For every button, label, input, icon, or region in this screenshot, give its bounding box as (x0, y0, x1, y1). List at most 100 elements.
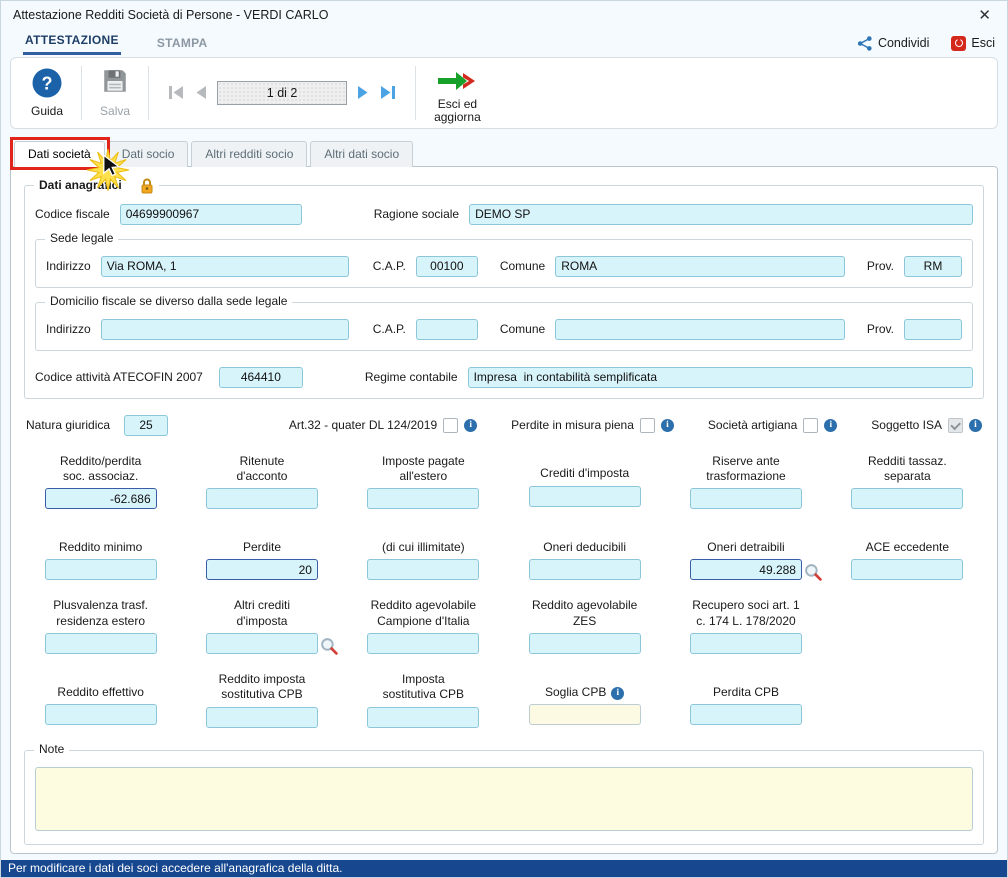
natura-giuridica-label: Natura giuridica (26, 418, 110, 432)
imposte-estero-input[interactable] (367, 488, 479, 509)
sede-indirizzo-input[interactable] (101, 256, 349, 277)
record-navigator: 1 di 2 (155, 64, 409, 122)
record-indicator: 1 di 2 (217, 81, 347, 105)
field-altri-crediti-imposta: Altri crediti d'imposta (187, 598, 336, 654)
altri-crediti-input[interactable] (206, 633, 318, 654)
perdite-piena-checkbox[interactable] (640, 418, 655, 433)
ritenute-acconto-input[interactable] (206, 488, 318, 509)
field-imposta-sostitutiva-cpb: Imposta sostitutiva CPB (349, 672, 498, 728)
field-label: Reddito imposta sostitutiva CPB (219, 672, 306, 703)
field-label: Recupero soci art. 1 c. 174 L. 178/2020 (692, 598, 799, 629)
plusvalenza-input[interactable] (45, 633, 157, 654)
ateco-input[interactable] (219, 367, 303, 388)
note-group: Note (24, 750, 984, 845)
lock-icon (140, 177, 154, 194)
zes-input[interactable] (529, 633, 641, 654)
campione-italia-input[interactable] (367, 633, 479, 654)
sede-legale-group: Sede legale Indirizzo C.A.P. Comune Prov… (35, 239, 973, 288)
info-icon[interactable] (611, 687, 624, 700)
domicilio-indirizzo-input[interactable] (101, 319, 349, 340)
domicilio-comune-input[interactable] (555, 319, 845, 340)
info-icon[interactable] (464, 419, 477, 432)
tab-stampa[interactable]: STAMPA (155, 32, 210, 55)
subtab-dati-socio[interactable]: Dati socio (108, 141, 189, 167)
field-oneri-detraibili: Oneri detraibili (671, 527, 820, 580)
close-icon[interactable]: ✕ (974, 8, 995, 23)
previous-record-icon[interactable] (194, 85, 208, 100)
codice-fiscale-input[interactable] (120, 204, 302, 225)
exit-and-update-icon (436, 67, 478, 95)
flags-row: Natura giuridica Art.32 - quater DL 124/… (26, 415, 982, 436)
sede-cap-input[interactable] (416, 256, 478, 277)
natura-giuridica-input[interactable] (124, 415, 168, 436)
riserve-ante-input[interactable] (690, 488, 802, 509)
subtab-altri-dati-socio[interactable]: Altri dati socio (310, 141, 413, 167)
subtab-dati-societa[interactable]: Dati società (14, 141, 105, 167)
fiscal-code-row: Codice fiscale Ragione sociale (35, 204, 973, 225)
redditi-tassaz-input[interactable] (851, 488, 963, 509)
field-label: Riserve ante trasformazione (706, 454, 785, 485)
oneri-detraibili-input[interactable] (690, 559, 802, 580)
ragione-sociale-input[interactable] (469, 204, 973, 225)
ribbon-tab-bar: ATTESTAZIONE STAMPA Condividi Esci (1, 28, 1007, 55)
esci-aggiorna-label: Esci ed aggiorna (434, 98, 481, 126)
domicilio-prov-input[interactable] (904, 319, 962, 340)
field-label: Oneri detraibili (707, 527, 784, 555)
field-ace-eccedente: ACE eccedente (833, 527, 982, 580)
salva-label: Salva (100, 105, 130, 119)
note-textarea[interactable] (35, 767, 973, 831)
activity-row: Codice attività ATECOFIN 2007 Regime con… (35, 367, 973, 388)
sede-prov-input[interactable] (904, 256, 962, 277)
field-reddito-imposta-sostitutiva-cpb: Reddito imposta sostitutiva CPB (187, 672, 336, 728)
isa-checkbox[interactable] (948, 418, 963, 433)
condividi-button[interactable]: Condividi (857, 36, 929, 51)
reddito-effettivo-input[interactable] (45, 704, 157, 725)
esci-ed-aggiorna-button[interactable]: Esci ed aggiorna (422, 64, 493, 122)
note-legend: Note (39, 742, 64, 756)
flag-soggetto-isa: Soggetto ISA (871, 418, 982, 433)
field-soglia-cpb: Soglia CPB (510, 672, 659, 728)
reddito-minimo-input[interactable] (45, 559, 157, 580)
artigiana-checkbox[interactable] (803, 418, 818, 433)
app-window: Attestazione Redditi Società di Persone … (0, 0, 1008, 878)
last-record-icon[interactable] (379, 85, 397, 100)
soglia-cpb-input[interactable] (529, 704, 641, 725)
esci-button[interactable]: Esci (951, 36, 995, 51)
perdita-cpb-input[interactable] (690, 704, 802, 725)
field-reddito-agevolabile-zes: Reddito agevolabile ZES (510, 598, 659, 654)
next-record-icon[interactable] (356, 85, 370, 100)
oneri-deducibili-input[interactable] (529, 559, 641, 580)
imposta-sostitutiva-cpb-input[interactable] (367, 707, 479, 728)
field-di-cui-illimitate: (di cui illimitate) (349, 527, 498, 580)
recupero-soci-input[interactable] (690, 633, 802, 654)
artigiana-label: Società artigiana (708, 418, 797, 432)
info-icon[interactable] (969, 419, 982, 432)
tab-attestazione[interactable]: ATTESTAZIONE (23, 29, 121, 55)
art32-label: Art.32 - quater DL 124/2019 (289, 418, 437, 432)
lookup-magnifier-icon[interactable] (320, 637, 338, 655)
field-label: Reddito agevolabile ZES (532, 598, 637, 629)
art32-checkbox[interactable] (443, 418, 458, 433)
guida-button[interactable]: ? Guida (19, 64, 75, 122)
info-icon[interactable] (824, 419, 837, 432)
field-imposte-pagate-estero: Imposte pagate all'estero (349, 454, 498, 510)
domicilio-cap-input[interactable] (416, 319, 478, 340)
field-crediti-imposta: Crediti d'imposta (510, 454, 659, 510)
prov-label: Prov. (867, 322, 894, 336)
sede-comune-input[interactable] (555, 256, 845, 277)
regime-contabile-input[interactable] (468, 367, 973, 388)
di-cui-illimitate-input[interactable] (367, 559, 479, 580)
crediti-imposta-input[interactable] (529, 486, 641, 507)
first-record-icon[interactable] (167, 85, 185, 100)
info-icon[interactable] (661, 419, 674, 432)
perdite-input[interactable] (206, 559, 318, 580)
reddito-sostitutiva-cpb-input[interactable] (206, 707, 318, 728)
field-oneri-deducibili: Oneri deducibili (510, 527, 659, 580)
ace-eccedente-input[interactable] (851, 559, 963, 580)
salva-button[interactable]: Salva (88, 64, 142, 122)
subtab-altri-redditi-socio[interactable]: Altri redditi socio (191, 141, 307, 167)
cap-label: C.A.P. (373, 322, 406, 336)
reddito-perdita-input[interactable] (45, 488, 157, 509)
help-icon: ? (31, 67, 63, 99)
lookup-magnifier-icon[interactable] (804, 563, 822, 581)
